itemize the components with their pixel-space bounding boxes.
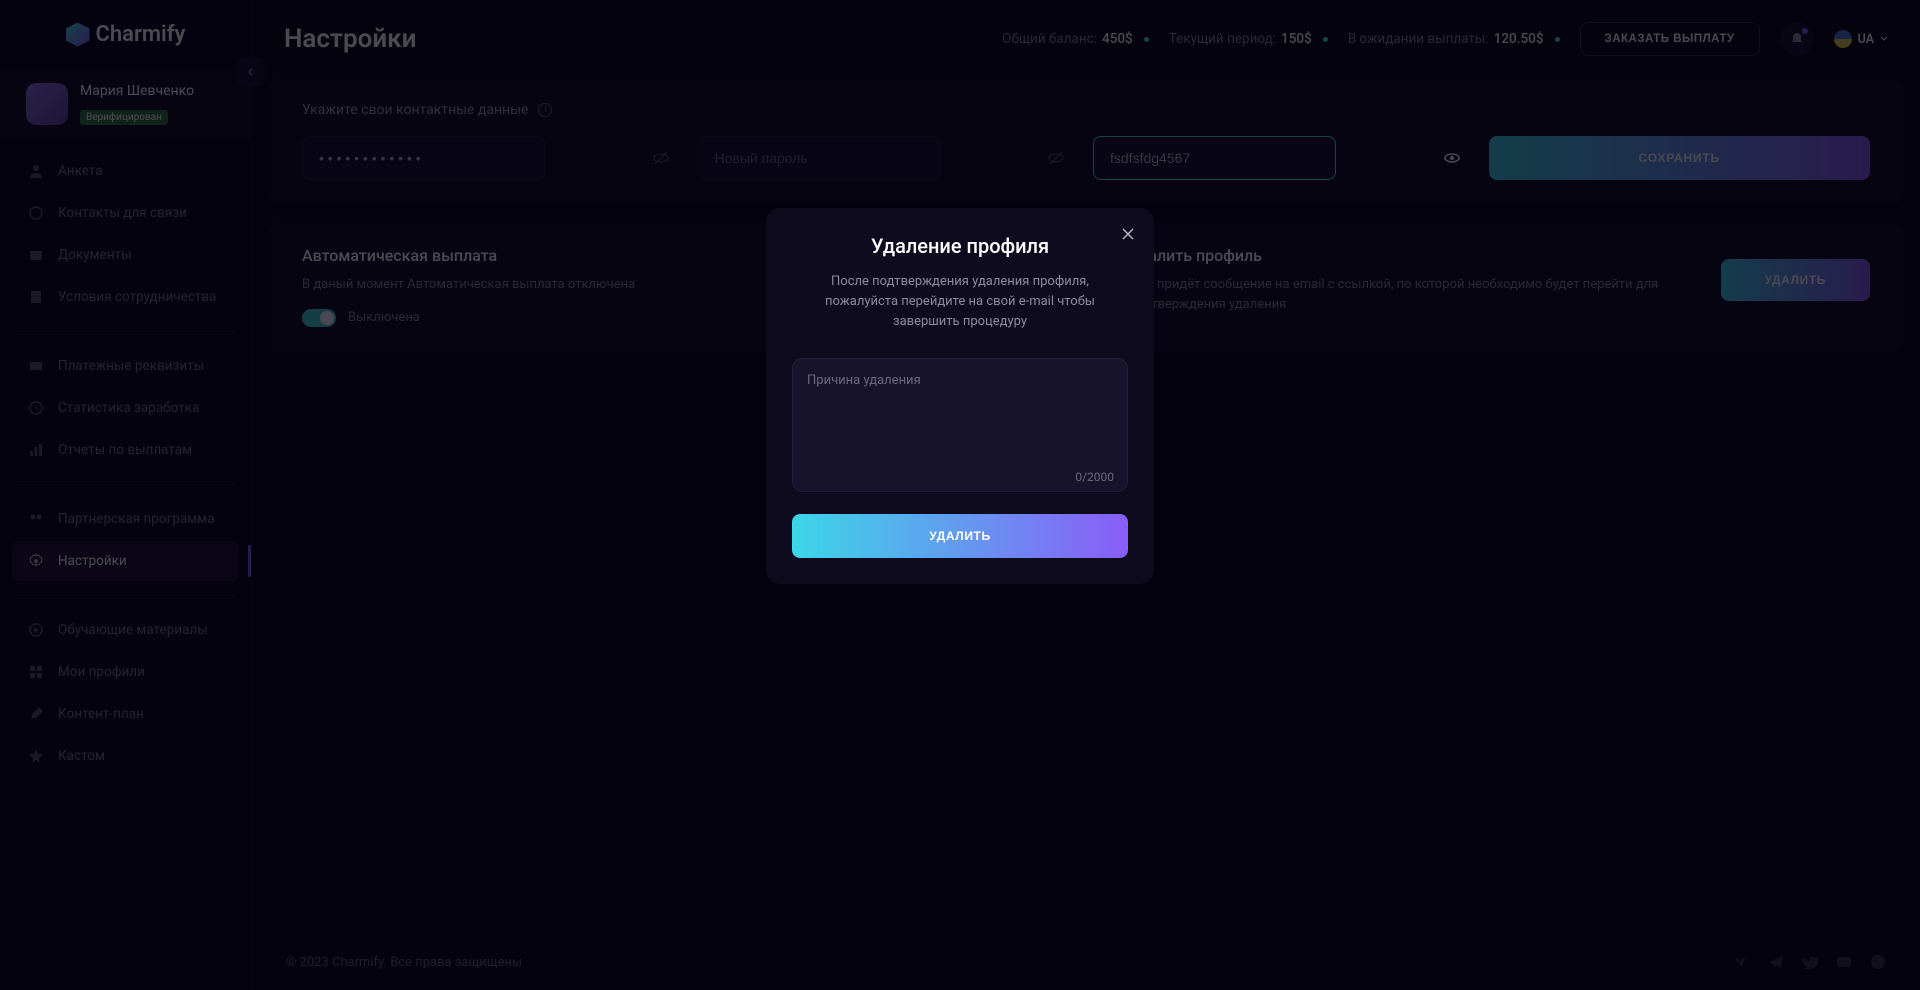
close-icon [1118, 224, 1138, 244]
modal-overlay[interactable]: Удаление профиля После подтверждения уда… [0, 0, 1920, 990]
delete-profile-modal: Удаление профиля После подтверждения уда… [766, 208, 1154, 584]
modal-text: После подтверждения удаления профиля, по… [792, 272, 1128, 332]
modal-delete-button[interactable]: УДАЛИТЬ [792, 514, 1128, 558]
char-counter: 0/2000 [1075, 470, 1114, 484]
modal-title: Удаление профиля [792, 234, 1128, 258]
modal-close-button[interactable] [1118, 224, 1138, 244]
